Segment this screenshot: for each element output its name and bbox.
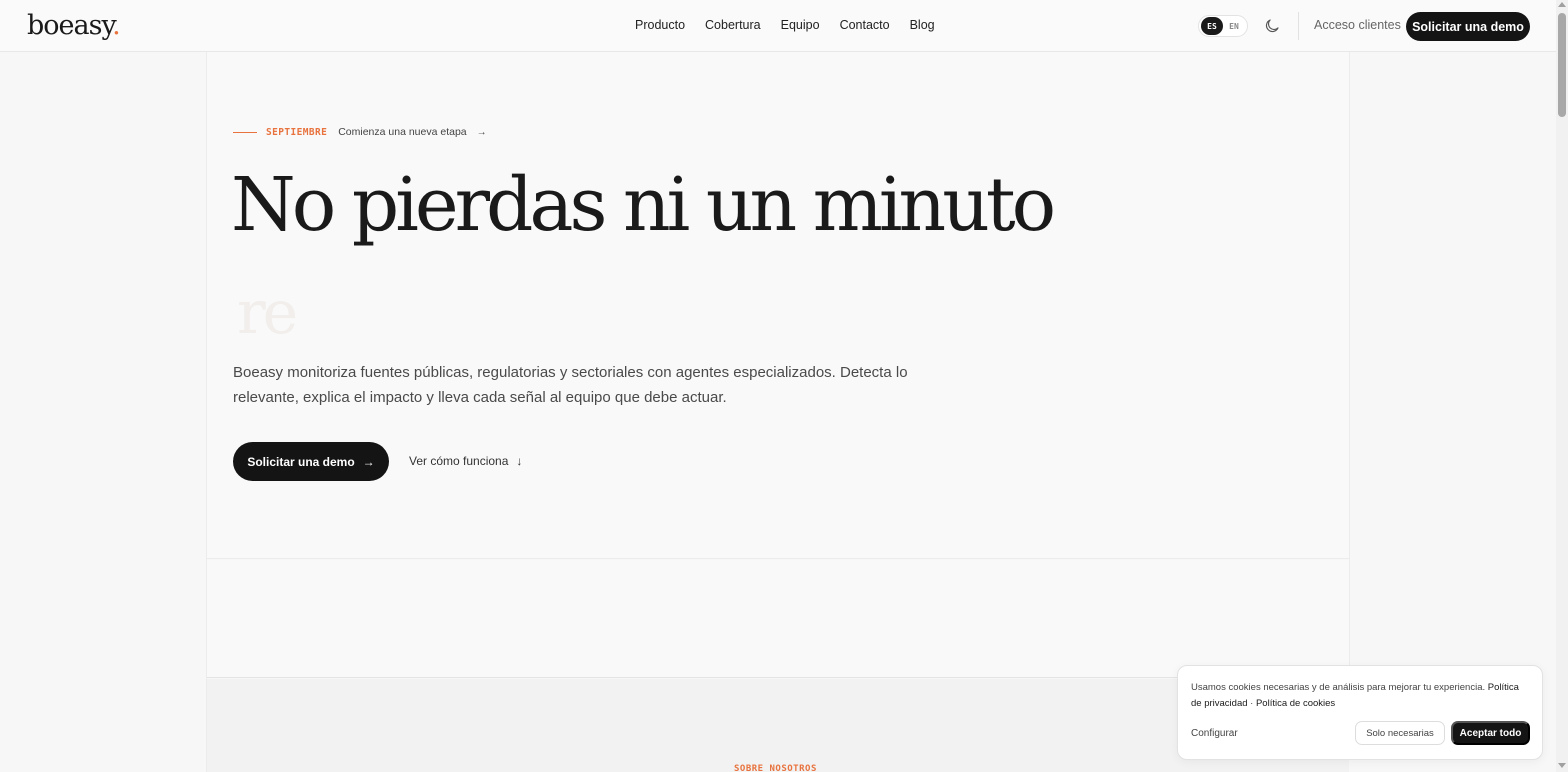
logo[interactable]: boeasy. <box>27 10 121 41</box>
cookie-separator: · <box>1247 698 1256 709</box>
scrollbar[interactable] <box>1556 0 1568 772</box>
cookie-text: Usamos cookies necesarias y de análisis … <box>1191 682 1486 693</box>
logos-section <box>207 560 1349 678</box>
language-toggle: ES EN <box>1198 15 1248 37</box>
frame-right-line <box>1349 52 1350 678</box>
request-demo-button-header[interactable]: Solicitar una demo <box>1406 12 1530 41</box>
eyebrow-line <box>233 131 257 133</box>
request-demo-label: Solicitar una demo <box>247 454 355 469</box>
eyebrow-tag: SEPTIEMBRE <box>266 126 328 138</box>
request-demo-button[interactable]: Solicitar una demo → <box>233 442 389 481</box>
lang-es-button[interactable]: ES <box>1201 17 1223 35</box>
scroll-thumb[interactable] <box>1558 13 1566 117</box>
see-how-it-works-link[interactable]: Ver cómo funciona ↓ <box>409 454 522 468</box>
cookie-necessary-button[interactable]: Solo necesarias <box>1355 721 1445 745</box>
about-tag: SOBRE NOSOTROS <box>734 764 817 772</box>
scroll-down-arrow-icon[interactable] <box>1558 763 1566 768</box>
cookie-configure-button[interactable]: Configurar <box>1191 728 1238 739</box>
main-nav: Producto Cobertura Equipo Contacto Blog <box>635 18 935 32</box>
see-how-label: Ver cómo funciona <box>409 454 509 468</box>
eyebrow-text: Comienza una nueva etapa <box>338 126 467 138</box>
arrow-right-icon: → <box>476 126 487 138</box>
client-login-link[interactable]: Acceso clientes <box>1314 18 1401 32</box>
nav-producto[interactable]: Producto <box>635 18 685 32</box>
moon-icon[interactable] <box>1263 17 1281 35</box>
cookie-banner: Usamos cookies necesarias y de análisis … <box>1177 665 1543 760</box>
hero-lead: Boeasy monitoriza fuentes públicas, regu… <box>233 364 908 406</box>
logo-text: boeasy <box>27 10 113 41</box>
hero-eyebrow[interactable]: SEPTIEMBRE Comienza una nueva etapa → <box>233 126 487 138</box>
lang-en-button[interactable]: EN <box>1223 17 1245 35</box>
hero-headline: No pierdas ni un minuto <box>231 162 1056 248</box>
faded-logo-placeholder <box>505 618 508 630</box>
header-divider <box>1298 12 1299 40</box>
nav-blog[interactable]: Blog <box>910 18 935 32</box>
scroll-up-arrow-icon[interactable] <box>1558 2 1566 7</box>
cookie-accept-button[interactable]: Aceptar todo <box>1451 721 1530 745</box>
hero-rotating-word: re <box>237 278 298 348</box>
arrow-right-icon: → <box>362 454 375 469</box>
cookie-message: Usamos cookies necesarias y de análisis … <box>1191 680 1531 712</box>
arrow-down-icon: ↓ <box>516 454 523 468</box>
nav-cobertura[interactable]: Cobertura <box>705 18 761 32</box>
site-header: boeasy. Producto Cobertura Equipo Contac… <box>0 0 1556 52</box>
nav-contacto[interactable]: Contacto <box>840 18 890 32</box>
nav-equipo[interactable]: Equipo <box>781 18 820 32</box>
cookie-policy-link[interactable]: Política de cookies <box>1256 698 1335 709</box>
logo-dot: . <box>112 10 121 41</box>
